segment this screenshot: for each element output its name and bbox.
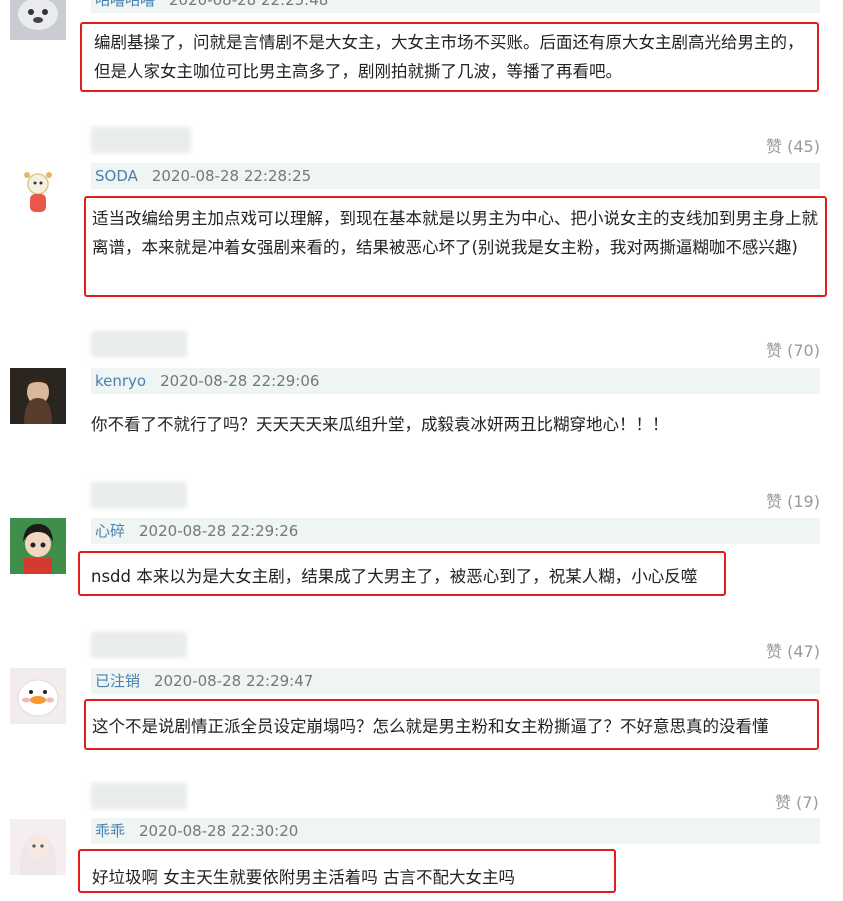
- comment-timestamp: 2020-08-28 22:25:48: [169, 0, 329, 9]
- highlight-box: [78, 551, 726, 596]
- highlight-box: [84, 196, 827, 297]
- comment-meta-bar: SODA 2020-08-28 22:28:25: [91, 163, 820, 189]
- username-link[interactable]: 心碎: [95, 522, 125, 540]
- blurred-text: [91, 127, 191, 153]
- comment-meta-bar: 心碎 2020-08-28 22:29:26: [91, 518, 820, 544]
- username-link[interactable]: 乖乖: [95, 822, 125, 840]
- comment-timestamp: 2020-08-28 22:29:26: [139, 522, 299, 540]
- highlight-box: [80, 22, 819, 92]
- comment-meta-bar: 已注销 2020-08-28 22:29:47: [91, 668, 820, 694]
- avatar[interactable]: [10, 368, 66, 424]
- highlight-box: [78, 849, 616, 893]
- avatar[interactable]: [10, 668, 66, 724]
- like-button[interactable]: 赞 (7): [775, 789, 819, 813]
- blurred-text: [91, 331, 187, 357]
- blurred-text: [91, 783, 187, 809]
- comment-meta-bar: 咕噜咕噜 2020-08-28 22:25:48: [91, 0, 820, 13]
- like-button[interactable]: 赞 (19): [766, 488, 820, 512]
- avatar[interactable]: [10, 166, 66, 222]
- avatar[interactable]: [10, 0, 66, 40]
- comment-meta-bar: 乖乖 2020-08-28 22:30:20: [91, 818, 820, 844]
- avatar[interactable]: [10, 518, 66, 574]
- username-link[interactable]: 已注销: [95, 672, 140, 690]
- comment-timestamp: 2020-08-28 22:29:06: [160, 372, 320, 390]
- username-link[interactable]: SODA: [95, 167, 138, 185]
- like-button[interactable]: 赞 (70): [766, 337, 820, 361]
- comment-timestamp: 2020-08-28 22:28:25: [151, 167, 312, 185]
- comment-timestamp: 2020-08-28 22:30:20: [139, 822, 299, 840]
- like-button[interactable]: 赞 (47): [766, 638, 820, 662]
- comment-timestamp: 2020-08-28 22:29:47: [154, 672, 314, 690]
- username-link[interactable]: 咕噜咕噜: [95, 0, 155, 9]
- highlight-box: [84, 699, 819, 750]
- avatar[interactable]: [10, 819, 66, 875]
- blurred-text: [91, 632, 187, 658]
- blurred-text: [91, 482, 187, 508]
- like-button[interactable]: 赞 (45): [766, 133, 820, 157]
- comment-meta-bar: kenryo 2020-08-28 22:29:06: [91, 368, 820, 394]
- username-link[interactable]: kenryo: [95, 372, 146, 390]
- comment-content: 你不看了不就行了吗？天天天天来瓜组升堂，成毅袁冰妍两丑比糊穿地心！！！: [91, 415, 669, 434]
